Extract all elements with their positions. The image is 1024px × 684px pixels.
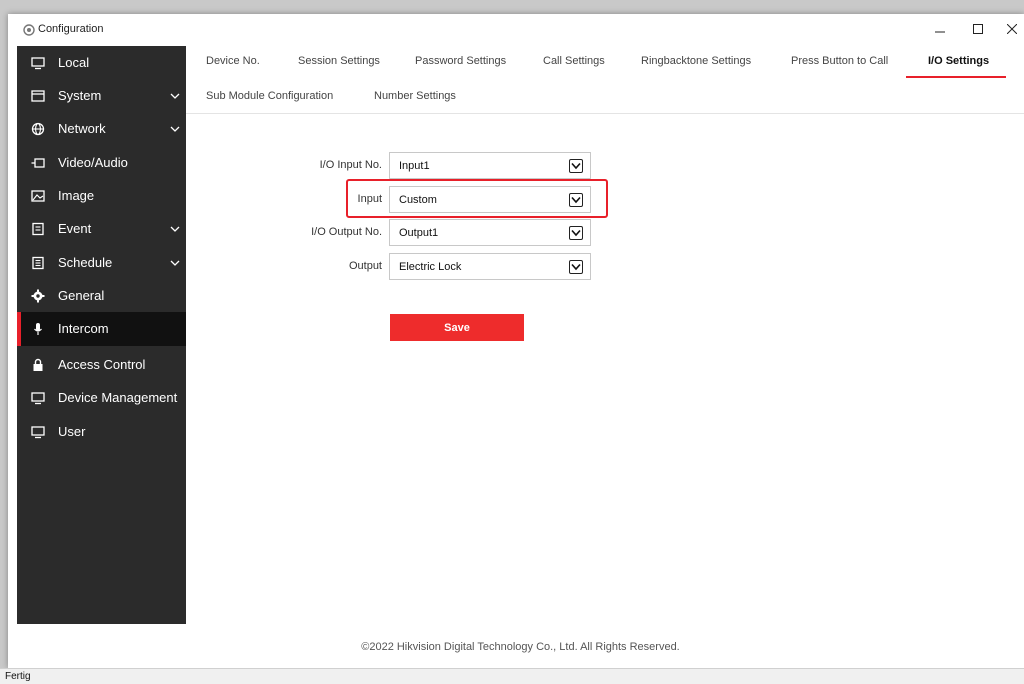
window-icon [31, 90, 45, 102]
sidebar-item-label: General [58, 288, 105, 303]
io-input-no-select[interactable]: Input1 [389, 152, 591, 179]
sidebar-item-video-audio[interactable]: Video/Audio [17, 146, 194, 180]
sidebar-item-label: Network [58, 121, 106, 136]
sidebar-item-access-control[interactable]: Access Control [17, 348, 194, 382]
sidebar-item-label: Schedule [58, 255, 113, 270]
sidebar-item-local[interactable]: Local [17, 46, 194, 80]
main-content: Device No. Session Settings Password Set… [186, 46, 1024, 624]
tab-ringbacktone-settings[interactable]: Ringbacktone Settings [641, 55, 751, 67]
io-input-no-value: Input1 [399, 160, 430, 172]
sidebar-item-schedule[interactable]: Schedule [17, 246, 194, 280]
sidebar-item-label: Intercom [58, 321, 109, 336]
minimize-icon [935, 31, 945, 33]
image-icon [31, 190, 45, 202]
input-select[interactable]: Custom [389, 186, 591, 213]
chevron-down-icon [170, 93, 180, 99]
tab-session-settings[interactable]: Session Settings [298, 55, 380, 67]
event-icon [32, 222, 44, 236]
output-select[interactable]: Electric Lock [389, 253, 591, 280]
status-bar: Fertig [0, 668, 1024, 684]
sidebar-item-event[interactable]: Event [17, 212, 194, 246]
chevron-down-icon [569, 226, 583, 240]
sidebar-item-image[interactable]: Image [17, 179, 194, 213]
sidebar-item-label: Video/Audio [58, 155, 128, 170]
sidebar-item-network[interactable]: Network [17, 112, 194, 146]
sidebar-item-user[interactable]: User [17, 415, 194, 449]
gear-icon [23, 24, 35, 36]
monitor-icon [31, 392, 45, 405]
io-input-no-label: I/O Input No. [319, 159, 382, 171]
save-button[interactable]: Save [390, 314, 524, 341]
monitor-icon [31, 57, 45, 70]
io-output-no-value: Output1 [399, 227, 439, 239]
tabs-divider [186, 113, 1024, 114]
sidebar: Local System Network Video/Audio Image E… [17, 46, 194, 638]
microphone-icon [34, 323, 42, 335]
sidebar-item-label: Local [58, 55, 90, 70]
sidebar-item-label: Access Control [58, 357, 146, 372]
active-tab-underline [906, 76, 1006, 78]
tab-password-settings[interactable]: Password Settings [415, 55, 506, 67]
maximize-icon [973, 24, 983, 34]
chevron-down-icon [569, 260, 583, 274]
io-output-no-select[interactable]: Output1 [389, 219, 591, 246]
close-icon [1007, 24, 1017, 34]
chevron-down-icon [569, 159, 583, 173]
title-bar: Configuration [8, 14, 1024, 46]
sidebar-item-device-management[interactable]: Device Management [17, 381, 194, 415]
sidebar-item-label: Image [58, 188, 95, 203]
chevron-down-icon [569, 193, 583, 207]
output-label: Output [348, 260, 382, 272]
chevron-down-icon [170, 226, 180, 232]
tab-call-settings[interactable]: Call Settings [543, 55, 605, 67]
tab-press-button-to-call[interactable]: Press Button to Call [791, 55, 888, 67]
gear-icon [31, 289, 45, 303]
camera-icon [31, 158, 45, 168]
calendar-icon [32, 256, 44, 270]
footer: ©2022 Hikvision Digital Technology Co., … [17, 624, 1024, 668]
sidebar-item-label: Device Management [58, 390, 178, 405]
sidebar-item-label: User [58, 424, 86, 439]
window-title: Configuration [38, 23, 104, 35]
status-text: Fertig [5, 671, 31, 682]
chevron-down-icon [170, 126, 180, 132]
tab-io-settings[interactable]: I/O Settings [928, 55, 989, 67]
sidebar-item-intercom[interactable]: Intercom [17, 312, 194, 346]
sidebar-item-system[interactable]: System [17, 79, 194, 113]
chevron-down-icon [170, 260, 180, 266]
copyright-text: ©2022 Hikvision Digital Technology Co., … [361, 641, 680, 653]
minimize-button[interactable] [926, 18, 954, 40]
lock-icon [33, 358, 43, 371]
globe-icon [31, 122, 45, 136]
tab-device-no[interactable]: Device No. [206, 55, 260, 67]
sidebar-item-label: System [58, 88, 102, 103]
maximize-button[interactable] [964, 18, 992, 40]
sidebar-item-label: Event [58, 221, 92, 236]
tab-number-settings[interactable]: Number Settings [374, 90, 456, 102]
io-output-no-label: I/O Output No. [311, 226, 382, 238]
tab-sub-module-configuration[interactable]: Sub Module Configuration [206, 90, 333, 102]
sidebar-item-general[interactable]: General [17, 279, 194, 313]
close-button[interactable] [998, 18, 1024, 40]
input-value: Custom [399, 194, 437, 206]
output-value: Electric Lock [399, 261, 462, 273]
monitor-icon [31, 426, 45, 439]
input-label: Input [357, 193, 382, 205]
